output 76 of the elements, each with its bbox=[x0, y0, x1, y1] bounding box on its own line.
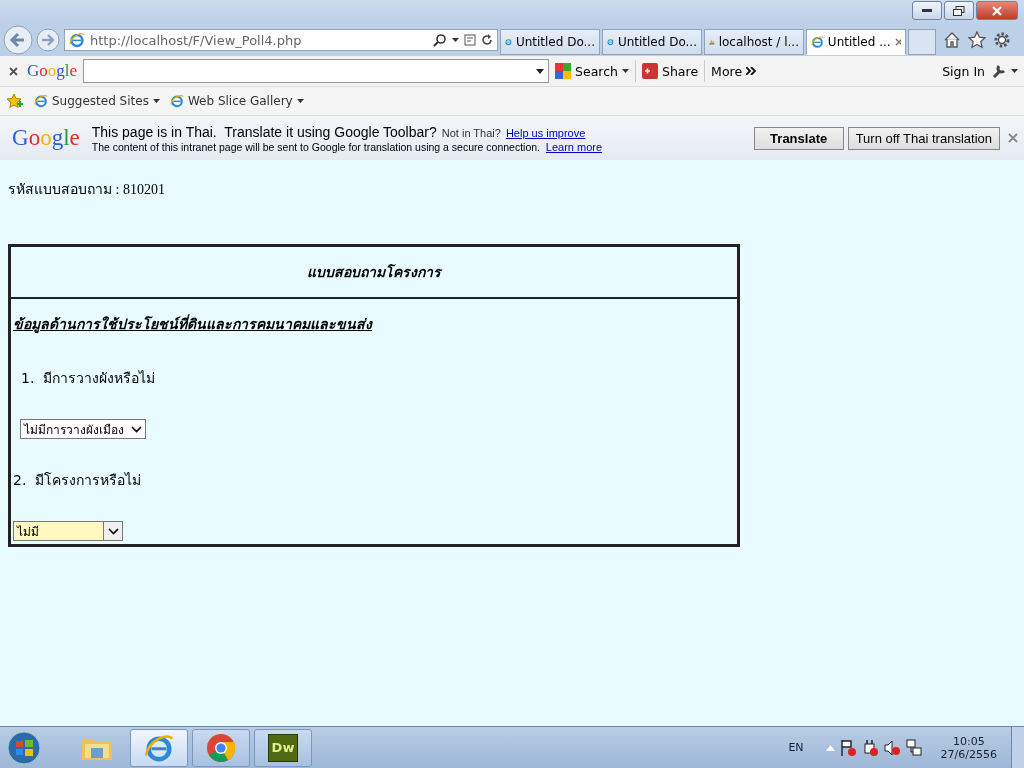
turn-off-translation-button[interactable]: Turn off Thai translation bbox=[847, 126, 1000, 150]
ie-icon bbox=[144, 732, 174, 763]
wrench-button[interactable] bbox=[991, 63, 1018, 79]
settings-icon[interactable] bbox=[993, 31, 1011, 49]
browser-tab[interactable]: Untitled ... bbox=[806, 29, 906, 55]
clock-time[interactable]: 10:05 bbox=[952, 734, 985, 748]
start-button[interactable] bbox=[6, 729, 42, 766]
form-title: แบบสอบถามโครงการ bbox=[307, 263, 441, 282]
translation-notice: The content of this intranet page will be sent to Google for translation using a secure connection. Learn more bbox=[91, 140, 603, 153]
answer-dropdown[interactable]: ไม่มีการวางผังเมือง bbox=[20, 419, 146, 439]
favorites-link[interactable]: Web Slice Gallery bbox=[169, 94, 304, 108]
speaker-icon[interactable] bbox=[882, 738, 901, 757]
chrome-icon bbox=[206, 732, 236, 763]
more-button[interactable]: More bbox=[711, 63, 757, 79]
question-text: 1. มีการวางผังหรือไม่ bbox=[21, 369, 156, 388]
google-logo: Google bbox=[27, 61, 78, 81]
toolbar-search-field[interactable] bbox=[83, 59, 550, 83]
close-icon bbox=[992, 5, 1002, 16]
caret-icon bbox=[622, 69, 629, 73]
minimize-button[interactable] bbox=[912, 1, 942, 20]
address-bar[interactable]: http://localhost/F/View_Poll4.php bbox=[64, 29, 498, 51]
ie-icon bbox=[34, 94, 48, 108]
home-icon[interactable] bbox=[943, 31, 961, 49]
dreamweaver-icon: Dw bbox=[268, 733, 298, 762]
chevron-down-icon bbox=[107, 527, 119, 535]
refresh-icon[interactable] bbox=[481, 34, 493, 46]
caret-icon[interactable] bbox=[536, 68, 545, 74]
favorites-star-icon[interactable] bbox=[6, 93, 24, 109]
ie-icon bbox=[811, 34, 824, 50]
not-in-thai-text: Not in Thai? bbox=[441, 126, 501, 139]
sign-in-link[interactable]: Sign In bbox=[942, 63, 985, 79]
favorites-link[interactable]: Suggested Sites bbox=[34, 94, 160, 108]
caret-icon bbox=[1011, 69, 1018, 73]
search-button[interactable]: Search bbox=[555, 63, 629, 79]
double-chevron-icon bbox=[746, 67, 757, 75]
caret-icon bbox=[296, 99, 304, 103]
minimize-icon bbox=[922, 8, 932, 13]
taskbar-app-button[interactable]: Dw bbox=[254, 728, 312, 767]
network-icon[interactable] bbox=[904, 738, 923, 757]
compatibility-icon[interactable] bbox=[464, 34, 476, 46]
clock-date[interactable]: 27/6/2556 bbox=[940, 747, 997, 761]
taskbar-app-button[interactable] bbox=[192, 728, 250, 767]
close-icon[interactable] bbox=[9, 66, 18, 76]
help-link[interactable]: Help us improve bbox=[505, 126, 586, 139]
ie-icon bbox=[169, 94, 184, 108]
back-button[interactable] bbox=[2, 24, 34, 56]
taskbar-app-button[interactable] bbox=[130, 728, 188, 767]
question-text: 2. มีโครงการหรือไม่ bbox=[13, 471, 142, 490]
squares-icon bbox=[555, 63, 572, 79]
questionnaire-code: รหัสแบบสอบถาม : 810201 bbox=[8, 181, 166, 199]
language-indicator[interactable]: EN bbox=[788, 741, 804, 754]
chevron-down-icon bbox=[130, 425, 142, 433]
close-icon[interactable] bbox=[1008, 133, 1018, 143]
browser-tab[interactable]: Untitled Do... bbox=[602, 29, 702, 55]
translate-button[interactable]: Translate bbox=[753, 126, 844, 150]
browser-tab[interactable]: Untitled Do... bbox=[500, 29, 600, 55]
star-icon[interactable] bbox=[968, 31, 986, 49]
share-button[interactable]: Share bbox=[642, 63, 699, 79]
url-text: http://localhost/F/View_Poll4.php bbox=[90, 32, 303, 48]
ie-icon bbox=[69, 32, 85, 48]
google-logo: Google bbox=[12, 125, 80, 151]
flag-icon[interactable] bbox=[838, 738, 857, 757]
caret-icon bbox=[152, 99, 160, 103]
restore-icon bbox=[953, 5, 965, 16]
browser-tab[interactable]: localhost / l... bbox=[704, 29, 804, 55]
plus-icon bbox=[642, 63, 658, 79]
section-heading: ข้อมูลด้านการใช้ประโยชน์ที่ดินและการคมนาคมและขนส่ง bbox=[13, 313, 372, 335]
translate-prompt: This page is in Thai. Translate it using Google Toolbar? bbox=[91, 123, 437, 140]
learn-more-link[interactable]: Learn more bbox=[545, 140, 603, 153]
wrench-icon bbox=[991, 63, 1007, 79]
restore-button[interactable] bbox=[944, 1, 974, 20]
search-icon[interactable] bbox=[433, 33, 447, 47]
caret-icon[interactable] bbox=[452, 38, 459, 42]
close-button[interactable] bbox=[976, 1, 1018, 20]
close-tab-icon[interactable] bbox=[894, 38, 901, 46]
answer-dropdown[interactable]: ไม่มี bbox=[13, 521, 123, 541]
